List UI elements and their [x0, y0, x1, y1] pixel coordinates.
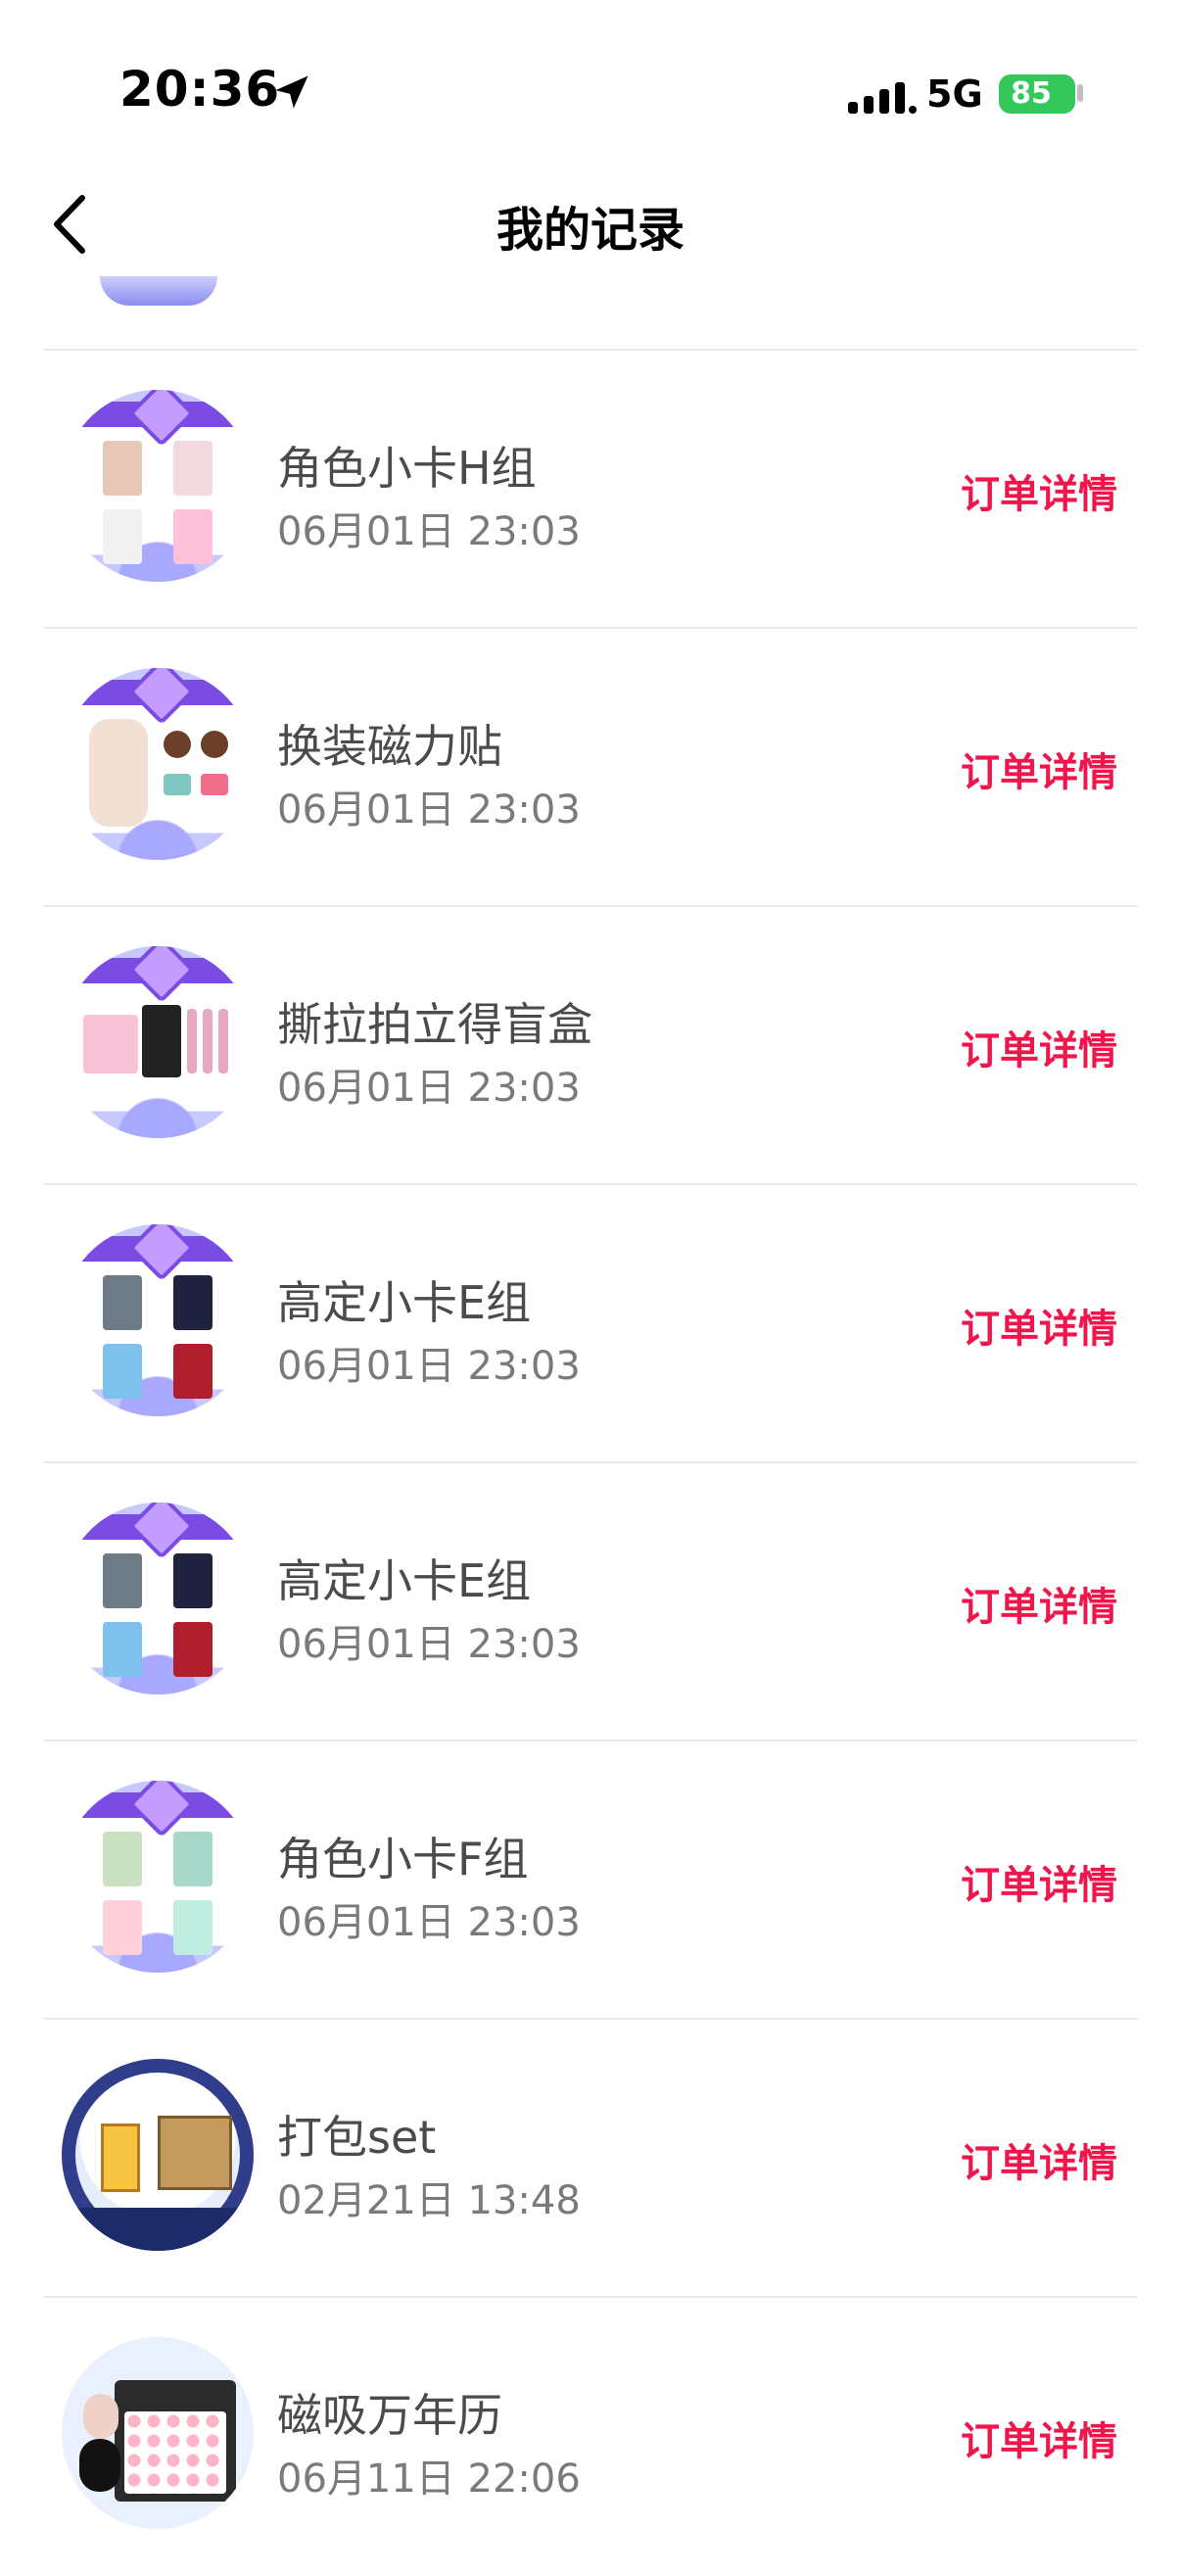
photo-card: [173, 1622, 213, 1677]
list-item[interactable]: 打包set 02月21日 13:48 订单详情: [44, 2018, 1137, 2298]
item-date: 06月11日 22:06: [277, 2457, 581, 2502]
location-arrow-icon: [275, 75, 308, 109]
product-thumbnail: [62, 946, 254, 1138]
battery-indicator: 85: [999, 74, 1075, 114]
polaroid-card: [142, 1005, 181, 1077]
list-item[interactable]: 换装磁力贴 06月01日 23:03 订单详情: [44, 627, 1137, 907]
item-name: 角色小卡H组: [277, 442, 537, 495]
order-detail-link[interactable]: 订单详情: [961, 2409, 1117, 2466]
product-thumbnail: [62, 2059, 254, 2251]
item-date: 06月01日 23:03: [277, 1900, 581, 1945]
photo-card: [103, 509, 142, 564]
item-name: 换装磁力贴: [277, 720, 502, 773]
previous-row-thumbnail: [100, 276, 217, 306]
list-item[interactable]: 高定小卡E组 06月01日 23:03 订单详情: [44, 1183, 1137, 1463]
heart-icon: [128, 1781, 195, 1837]
item-date: 06月01日 23:03: [277, 1622, 581, 1667]
status-bar: 20:36 5G 85: [0, 0, 1181, 147]
film-strip: [218, 1009, 228, 1073]
order-detail-link[interactable]: 订单详情: [961, 1575, 1117, 1632]
snow-globe-base: [62, 2208, 254, 2251]
list-item[interactable]: 磁吸万年历 06月11日 22:06 订单详情: [44, 2296, 1137, 2576]
heart-icon: [128, 390, 195, 447]
battery-cap: [1077, 84, 1083, 102]
heart-icon: [128, 1503, 195, 1559]
network-type: 5G: [926, 72, 983, 116]
item-date: 06月01日 23:03: [277, 1344, 581, 1389]
order-detail-link[interactable]: 订单详情: [961, 1297, 1117, 1354]
photo-card: [173, 441, 213, 496]
film-strip: [203, 1009, 213, 1073]
panda-figure: [79, 2439, 120, 2492]
set-box: [158, 2116, 232, 2190]
page-title: 我的记录: [496, 203, 685, 258]
product-thumbnail: [62, 1224, 254, 1416]
list-item[interactable]: 角色小卡F组 06月01日 23:03 订单详情: [44, 1740, 1137, 2020]
status-time: 20:36: [119, 61, 281, 118]
product-thumbnail: [62, 1781, 254, 1973]
character-face: [83, 2394, 118, 2439]
item-date: 06月01日 23:03: [277, 1066, 581, 1111]
item-name: 打包set: [277, 2111, 437, 2164]
photo-card: [173, 1900, 213, 1955]
photo-card: [103, 1553, 142, 1608]
product-thumbnail: [62, 1503, 254, 1694]
item-name: 撕拉拍立得盲盒: [277, 998, 592, 1051]
product-thumbnail: [62, 668, 254, 860]
photo-card: [173, 509, 213, 564]
photo-card: [173, 1344, 213, 1399]
photo-card: [173, 1832, 213, 1886]
order-detail-link[interactable]: 订单详情: [961, 2131, 1117, 2188]
product-thumbnail: [62, 390, 254, 582]
item-name: 角色小卡F组: [277, 1833, 529, 1885]
photo-card: [103, 1900, 142, 1955]
order-detail-link[interactable]: 订单详情: [961, 740, 1117, 797]
item-name: 磁吸万年历: [277, 2389, 502, 2442]
polaroid-card: [83, 1015, 138, 1073]
item-date: 06月01日 23:03: [277, 509, 581, 554]
photo-card: [103, 441, 142, 496]
order-detail-link[interactable]: 订单详情: [961, 462, 1117, 519]
photo-card: [103, 1344, 142, 1399]
calendar-grid: [124, 2411, 226, 2494]
doll-illustration: [89, 719, 148, 827]
photo-card: [103, 1275, 142, 1330]
item-name: 高定小卡E组: [277, 1276, 532, 1329]
hair-piece: [164, 731, 191, 758]
order-detail-link[interactable]: 订单详情: [961, 1853, 1117, 1910]
order-detail-link[interactable]: 订单详情: [961, 1019, 1117, 1075]
outfit-piece: [201, 774, 228, 795]
product-thumbnail: [62, 2337, 254, 2529]
item-date: 06月01日 23:03: [277, 787, 581, 833]
battery-level: 85: [1011, 76, 1052, 111]
outfit-piece: [164, 774, 191, 795]
cellular-signal-icon: [848, 82, 917, 114]
heart-icon: [128, 946, 195, 1003]
heart-icon: [128, 1224, 195, 1281]
list-item[interactable]: 撕拉拍立得盲盒 06月01日 23:03 订单详情: [44, 905, 1137, 1185]
list-item[interactable]: 角色小卡H组 06月01日 23:03 订单详情: [44, 349, 1137, 629]
photo-card: [103, 1832, 142, 1886]
heart-icon: [128, 668, 195, 725]
item-date: 02月21日 13:48: [277, 2178, 581, 2223]
film-strip: [187, 1009, 197, 1073]
item-name: 高定小卡E组: [277, 1554, 532, 1607]
set-card-pack: [101, 2123, 140, 2192]
list-item[interactable]: 高定小卡E组 06月01日 23:03 订单详情: [44, 1461, 1137, 1741]
hair-piece: [201, 731, 228, 758]
photo-card: [173, 1553, 213, 1608]
photo-card: [103, 1622, 142, 1677]
photo-card: [173, 1275, 213, 1330]
